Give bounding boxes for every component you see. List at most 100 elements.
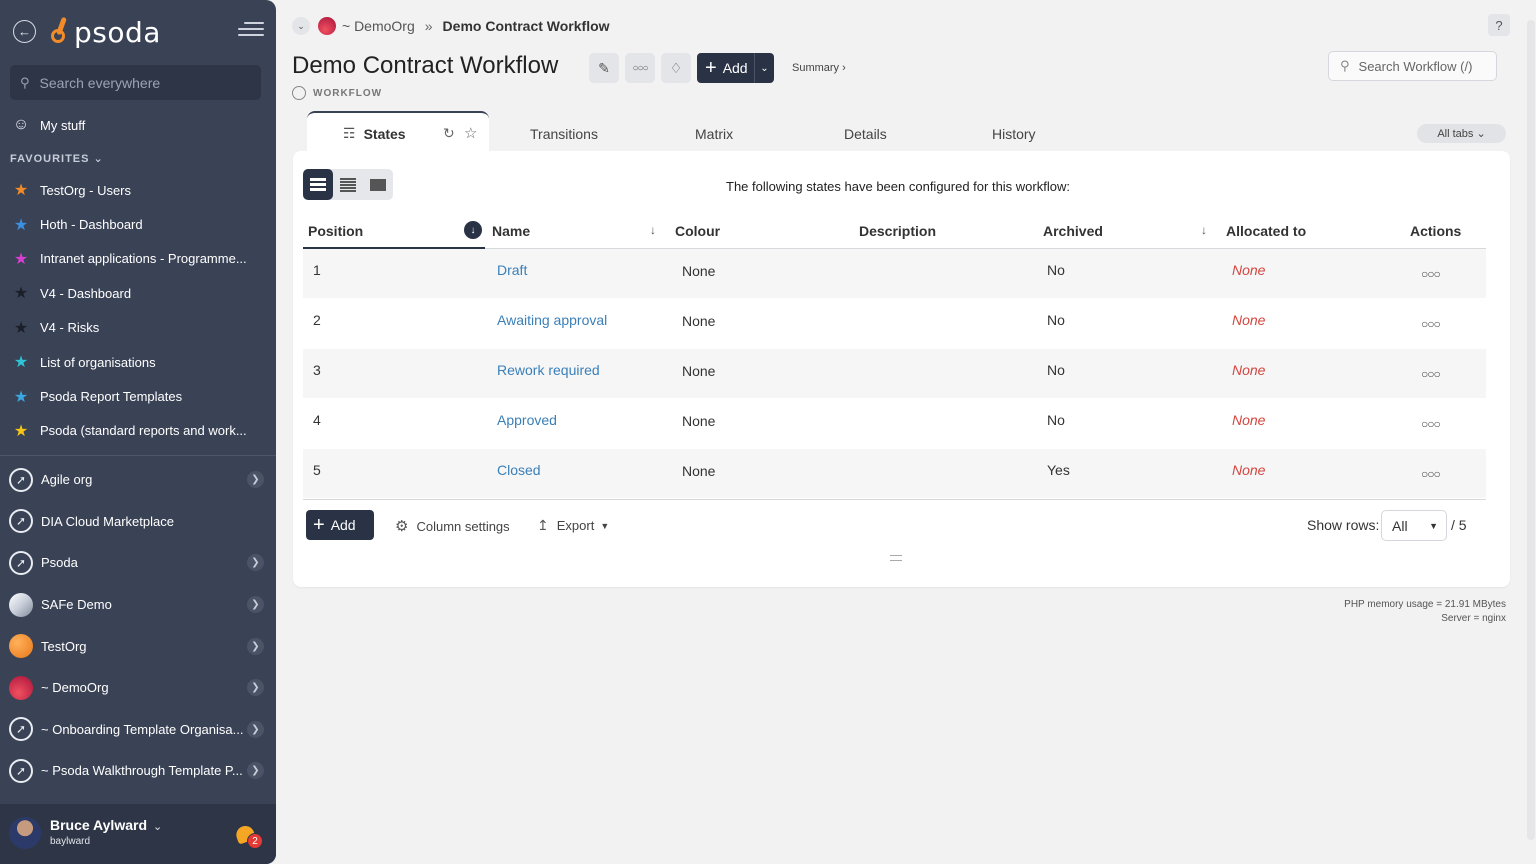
row-actions-icon[interactable]: ○○○ bbox=[1421, 467, 1441, 481]
org-label: DIA Cloud Marketplace bbox=[41, 513, 174, 529]
page-scrollbar[interactable] bbox=[1527, 20, 1535, 840]
add-state-button[interactable]: + Add bbox=[306, 510, 374, 540]
user-footer: Bruce Aylward ⌄ baylward 2 bbox=[0, 804, 276, 864]
favourite-item[interactable]: ★ V4 - Dashboard bbox=[0, 276, 276, 310]
cell-position: 3 bbox=[313, 362, 321, 378]
chevron-right-icon[interactable]: ❯ bbox=[247, 471, 264, 489]
sort-down-icon[interactable]: ↓ bbox=[464, 221, 482, 239]
show-rows-select[interactable]: All ▼ bbox=[1381, 510, 1447, 541]
chevron-right-icon[interactable]: ❯ bbox=[247, 554, 264, 572]
star-icon: ★ bbox=[13, 319, 29, 337]
sort-arrow-icon[interactable]: ↓ bbox=[1201, 223, 1207, 237]
table-row: 1 Draft None No None ○○○ bbox=[303, 249, 1486, 299]
favourite-item[interactable]: ★ Psoda Report Templates bbox=[0, 379, 276, 413]
cell-archived: No bbox=[1047, 362, 1065, 378]
favourite-item[interactable]: ★ TestOrg - Users bbox=[0, 173, 276, 207]
state-name-link[interactable]: Rework required bbox=[497, 362, 600, 378]
sidebar-divider bbox=[0, 455, 276, 456]
org-label: Psoda bbox=[41, 555, 78, 571]
column-header-colour[interactable]: Colour bbox=[675, 223, 720, 239]
star-outline-icon[interactable]: ☆ bbox=[464, 124, 477, 142]
psoda-logo[interactable]: psoda bbox=[50, 14, 161, 50]
org-label: TestOrg bbox=[41, 638, 87, 654]
column-header-archived[interactable]: Archived bbox=[1043, 223, 1103, 239]
table-header: Position ↓ Name ↓ Colour Description Arc… bbox=[303, 213, 1486, 249]
user-icon: ☺ bbox=[12, 116, 30, 133]
chevron-right-icon[interactable]: ❯ bbox=[247, 720, 264, 738]
edit-button[interactable]: ✎ bbox=[589, 53, 619, 83]
help-button[interactable]: ? bbox=[1488, 14, 1510, 36]
tab-matrix[interactable]: Matrix bbox=[695, 126, 733, 142]
testorg-logo-icon bbox=[9, 634, 33, 659]
all-tabs-dropdown[interactable]: All tabs ⌄ bbox=[1417, 124, 1506, 143]
more-options-button[interactable]: ○○○ bbox=[625, 53, 655, 83]
column-settings-button[interactable]: ⚙ Column settings bbox=[395, 517, 510, 535]
my-stuff-link[interactable]: ☺ My stuff bbox=[10, 112, 85, 138]
tab-details[interactable]: Details bbox=[844, 126, 887, 142]
org-item-safe-demo[interactable]: SAFe Demo ❯ bbox=[0, 584, 276, 626]
user-name: Bruce Aylward bbox=[50, 817, 147, 833]
chevron-down-icon: ⌄ bbox=[93, 153, 104, 165]
org-item-demoorg[interactable]: ~ DemoOrg ❯ bbox=[0, 667, 276, 709]
favourites-header[interactable]: FAVOURITES ⌄ bbox=[10, 152, 104, 165]
search-icon: ⚲ bbox=[20, 74, 30, 90]
chevron-down-icon[interactable]: ⌄ bbox=[292, 17, 310, 35]
favourite-item[interactable]: ★ Intranet applications - Programme... bbox=[0, 242, 276, 276]
breadcrumb-org-link[interactable]: ~ DemoOrg bbox=[342, 18, 415, 34]
chevron-down-icon: ▼ bbox=[1429, 520, 1438, 531]
column-header-description[interactable]: Description bbox=[859, 223, 936, 239]
favourite-item[interactable]: ★ List of organisations bbox=[0, 345, 276, 379]
org-item-onboarding-template[interactable]: ➚ ~ Onboarding Template Organisa... ❯ bbox=[0, 709, 276, 751]
favourite-label: Intranet applications - Programme... bbox=[40, 251, 247, 267]
favourite-item[interactable]: ★ Hoth - Dashboard bbox=[0, 207, 276, 241]
state-name-link[interactable]: Awaiting approval bbox=[497, 312, 607, 328]
collapse-menu-icon[interactable] bbox=[236, 22, 264, 40]
chevron-right-icon[interactable]: ❯ bbox=[247, 679, 264, 697]
notifications-button[interactable]: 2 bbox=[233, 823, 263, 849]
states-table: Position ↓ Name ↓ Colour Description Arc… bbox=[303, 213, 1486, 499]
tab-states[interactable]: ☶ States ↻ ☆ bbox=[307, 111, 489, 153]
chevron-right-icon[interactable]: ❯ bbox=[247, 637, 264, 655]
org-item-testorg[interactable]: TestOrg ❯ bbox=[0, 625, 276, 667]
state-name-link[interactable]: Draft bbox=[497, 262, 527, 278]
tag-button[interactable]: ♢ bbox=[661, 53, 691, 83]
column-header-allocated-to[interactable]: Allocated to bbox=[1226, 223, 1306, 239]
refresh-icon[interactable]: ↻ bbox=[443, 125, 455, 142]
resize-handle-icon[interactable] bbox=[890, 555, 902, 561]
summary-link[interactable]: Summary › bbox=[792, 62, 846, 74]
global-search-input[interactable]: ⚲ Search everywhere bbox=[10, 65, 261, 100]
org-item-psoda[interactable]: ➚ Psoda ❯ bbox=[0, 542, 276, 584]
tab-transitions[interactable]: Transitions bbox=[530, 126, 598, 142]
avatar[interactable] bbox=[9, 817, 41, 849]
favourite-item[interactable]: ★ V4 - Risks bbox=[0, 311, 276, 345]
row-actions-icon[interactable]: ○○○ bbox=[1421, 367, 1441, 381]
export-button[interactable]: ↥ Export ▼ bbox=[537, 517, 609, 534]
favourite-item[interactable]: ★ Psoda (standard reports and work... bbox=[0, 414, 276, 448]
row-actions-icon[interactable]: ○○○ bbox=[1421, 317, 1441, 331]
show-rows-value: All bbox=[1392, 517, 1408, 534]
sort-arrow-icon[interactable]: ↓ bbox=[650, 223, 656, 237]
user-menu[interactable]: Bruce Aylward ⌄ bbox=[50, 817, 162, 833]
org-item-psoda-walkthrough[interactable]: ➚ ~ Psoda Walkthrough Template P... ❯ bbox=[0, 750, 276, 792]
state-name-link[interactable]: Closed bbox=[497, 462, 541, 478]
workflow-icon bbox=[292, 86, 306, 100]
panel-message: The following states have been configure… bbox=[726, 179, 1070, 194]
org-item-dia-cloud-marketplace[interactable]: ➚ DIA Cloud Marketplace bbox=[0, 501, 276, 543]
chevron-right-icon[interactable]: ❯ bbox=[247, 762, 264, 780]
rocket-icon: ➚ bbox=[9, 550, 33, 575]
row-actions-icon[interactable]: ○○○ bbox=[1421, 267, 1441, 281]
state-name-link[interactable]: Approved bbox=[497, 412, 557, 428]
chevron-right-icon[interactable]: ❯ bbox=[247, 596, 264, 614]
back-arrow-icon[interactable]: ← bbox=[13, 20, 36, 43]
column-header-name[interactable]: Name bbox=[492, 223, 530, 239]
cell-allocated-to: None bbox=[1232, 312, 1266, 328]
star-icon: ★ bbox=[13, 422, 29, 440]
row-actions-icon[interactable]: ○○○ bbox=[1421, 417, 1441, 431]
breadcrumb-separator-icon: » bbox=[424, 18, 433, 34]
org-item-agile-org[interactable]: ➚ Agile org ❯ bbox=[0, 459, 276, 501]
column-header-position[interactable]: Position bbox=[308, 223, 363, 239]
tab-history[interactable]: History bbox=[992, 126, 1036, 142]
add-dropdown-button[interactable]: + Add ⌄ bbox=[697, 53, 774, 83]
search-workflow-input[interactable]: ⚲ Search Workflow (/) bbox=[1328, 51, 1497, 81]
chevron-down-icon[interactable]: ⌄ bbox=[754, 53, 774, 83]
